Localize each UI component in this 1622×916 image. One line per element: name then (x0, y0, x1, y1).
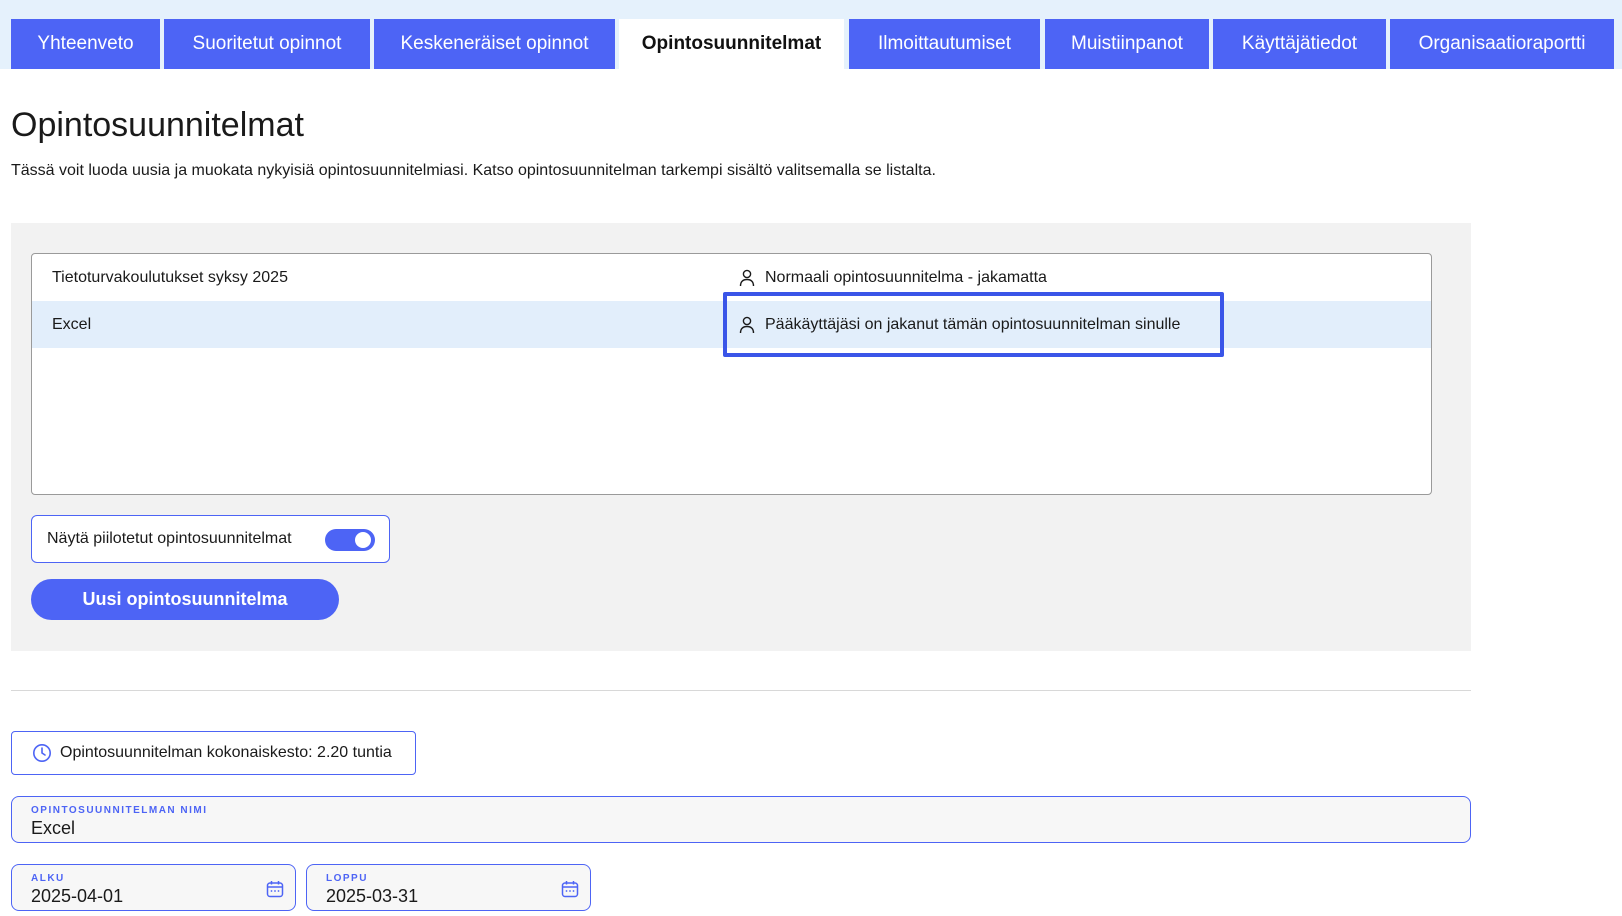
tab-kayttajatiedot[interactable]: Käyttäjätiedot (1213, 19, 1386, 69)
plan-name-label: OPINTOSUUNNITELMAN NIMI (31, 805, 208, 816)
show-hidden-plans-toggle-box[interactable]: Näytä piilotetut opintosuunnitelmat (31, 515, 390, 563)
page-description: Tässä voit luoda uusia ja muokata nykyis… (11, 162, 936, 179)
end-date-field[interactable]: LOPPU 2025-03-31 (306, 864, 591, 911)
page-title: Opintosuunnitelmat (11, 106, 304, 144)
plan-list[interactable]: Tietoturvakoulutukset syksy 2025 Normaal… (31, 253, 1432, 495)
calendar-icon[interactable] (561, 880, 579, 898)
toggle-knob (355, 532, 371, 548)
tab-suoritetut-opinnot[interactable]: Suoritetut opinnot (164, 19, 370, 69)
plan-name-value[interactable]: Excel (31, 818, 75, 839)
plan-status-text: Normaali opintosuunnitelma - jakamatta (765, 268, 1047, 286)
start-date-value[interactable]: 2025-04-01 (31, 886, 123, 907)
tab-opintosuunnitelmat[interactable]: Opintosuunnitelmat (619, 19, 844, 69)
tab-keskeneraiset-opinnot[interactable]: Keskeneräiset opinnot (374, 19, 615, 69)
tab-ilmoittautumiset[interactable]: Ilmoittautumiset (849, 19, 1040, 69)
clock-icon (33, 744, 51, 762)
tab-organisaatioraportti[interactable]: Organisaatioraportti (1390, 19, 1614, 69)
start-date-field[interactable]: ALKU 2025-04-01 (11, 864, 296, 911)
tab-muistiinpanot[interactable]: Muistiinpanot (1045, 19, 1209, 69)
end-date-label: LOPPU (326, 873, 368, 884)
toggle-label: Näytä piilotetut opintosuunnitelmat (47, 530, 292, 547)
plan-status: Normaali opintosuunnitelma - jakamatta (739, 269, 1047, 287)
plan-name: Excel (52, 315, 92, 333)
focus-highlight (723, 292, 1224, 357)
person-icon (739, 269, 755, 286)
plan-name: Tietoturvakoulutukset syksy 2025 (52, 268, 288, 286)
plan-name-field[interactable]: OPINTOSUUNNITELMAN NIMI Excel (11, 796, 1471, 843)
end-date-value[interactable]: 2025-03-31 (326, 886, 418, 907)
divider (11, 690, 1471, 691)
total-duration: Opintosuunnitelman kokonaiskesto: 2.20 t… (11, 731, 416, 775)
tab-yhteenveto[interactable]: Yhteenveto (11, 19, 160, 69)
calendar-icon[interactable] (266, 880, 284, 898)
show-hidden-plans-toggle[interactable] (325, 529, 375, 551)
top-navigation: Yhteenveto Suoritetut opinnot Keskeneräi… (0, 0, 1622, 69)
new-plan-button[interactable]: Uusi opintosuunnitelma (31, 579, 339, 620)
total-duration-text: Opintosuunnitelman kokonaiskesto: 2.20 t… (60, 744, 392, 761)
start-date-label: ALKU (31, 873, 65, 884)
